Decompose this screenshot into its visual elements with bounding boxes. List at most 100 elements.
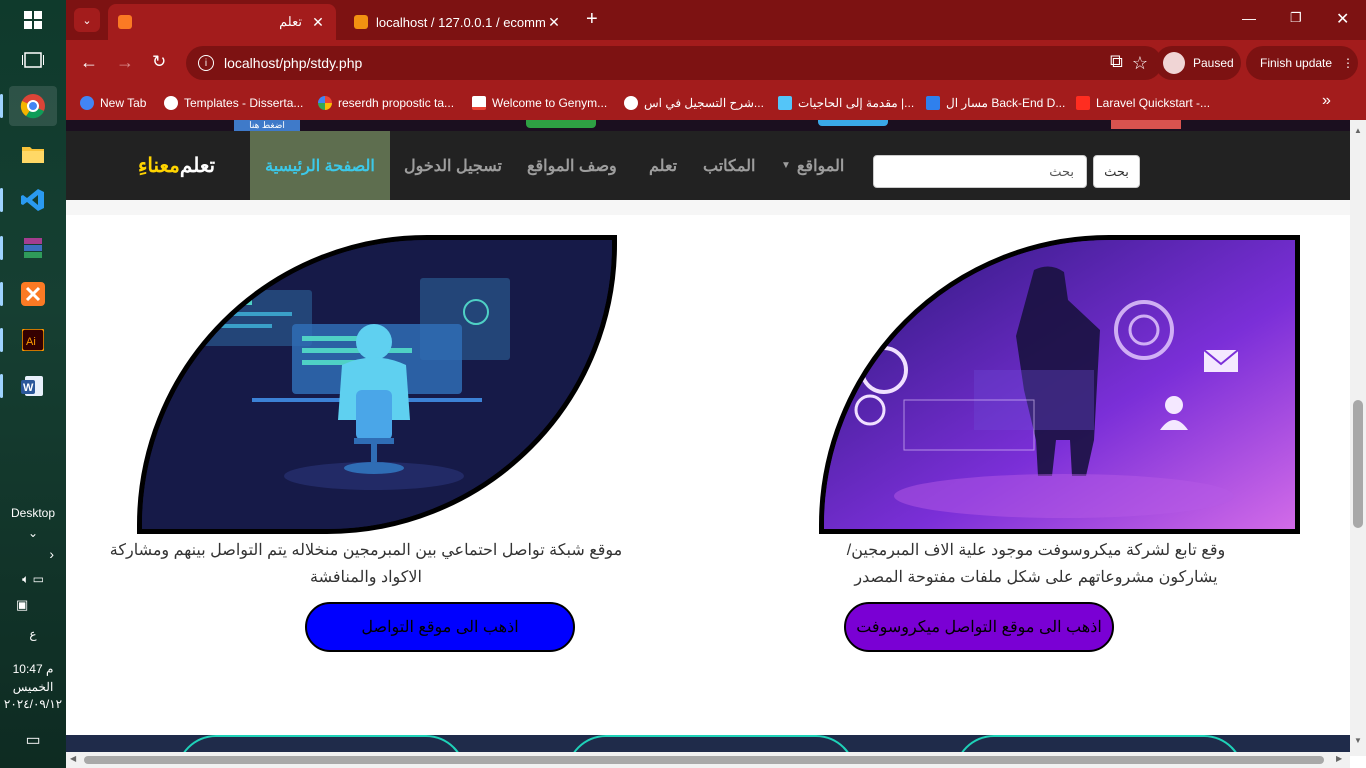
- chrome-taskbar-button[interactable]: [0, 86, 57, 126]
- reload-icon[interactable]: ↻: [152, 52, 166, 72]
- task-view-button[interactable]: [9, 40, 57, 80]
- notification-icon[interactable]: ▭: [0, 730, 66, 750]
- url-text[interactable]: localhost/php/stdy.php: [224, 55, 362, 71]
- globe-icon: [164, 96, 178, 110]
- globe-icon: [624, 96, 638, 110]
- e-logo-icon: [926, 96, 940, 110]
- tab-active[interactable]: تعلم ✕: [108, 4, 336, 40]
- xampp-button[interactable]: [0, 274, 57, 314]
- site-navbar: بحث بحث ▼ المواقع المكاتب تعلم وصف المواق…: [66, 131, 1350, 200]
- chevron-down-icon[interactable]: ⌄: [0, 526, 66, 540]
- profile-label: Paused: [1193, 56, 1234, 70]
- scroll-down-icon[interactable]: ▼: [1354, 736, 1362, 745]
- card-image-social: [137, 235, 617, 534]
- address-bar[interactable]: i localhost/php/stdy.php ☆: [186, 46, 1162, 80]
- bookmarks-bar: New Tab Templates - Disserta... reserdh …: [66, 86, 1366, 120]
- desktop-label[interactable]: Desktop: [0, 506, 66, 520]
- profile-button[interactable]: Paused: [1155, 46, 1241, 80]
- vertical-scrollbar[interactable]: ▲ ▼: [1350, 120, 1366, 756]
- hero-button-red[interactable]: [1111, 120, 1181, 129]
- winrar-button[interactable]: [0, 228, 57, 268]
- bookmark-backend[interactable]: مسار ال Back-End D...: [926, 93, 1065, 113]
- star-icon[interactable]: ☆: [1132, 53, 1148, 74]
- brand-logo[interactable]: تعلم معناءِ: [138, 131, 215, 200]
- close-icon[interactable]: ✕: [546, 14, 562, 31]
- bookmark-laravel[interactable]: Laravel Quickstart -...: [1076, 93, 1210, 113]
- chrome-icon: [20, 94, 45, 119]
- window-close-icon[interactable]: ✕: [1336, 9, 1349, 29]
- bookmark-arabic-1[interactable]: شرح التسجيل في اس...: [624, 93, 764, 113]
- nav-label: المواقع: [796, 157, 845, 175]
- language-indicator[interactable]: ع: [0, 627, 66, 641]
- search-button[interactable]: بحث: [1093, 155, 1140, 188]
- svg-text:Ai: Ai: [26, 336, 36, 348]
- bookmark-label: Templates - Disserta...: [184, 96, 304, 110]
- bookmark-label: مسار ال Back-End D...: [946, 96, 1066, 110]
- extensions-icon[interactable]: ⧉: [1110, 51, 1123, 72]
- card-description-microsoft: وقع تابع لشركة ميكروسوفت موجود علية الاف…: [846, 542, 1226, 586]
- hero-button-green[interactable]: [526, 120, 596, 128]
- go-social-button[interactable]: اذهب الى موقع التواصل: [305, 602, 575, 652]
- flutter-icon: [778, 96, 792, 110]
- scrollbar-thumb[interactable]: [84, 756, 1324, 764]
- site-info-icon[interactable]: i: [198, 55, 214, 71]
- nav-item-sites-description[interactable]: وصف المواقع: [527, 131, 617, 200]
- tab-search-button[interactable]: ⌄: [74, 8, 100, 32]
- google-icon: [318, 96, 332, 110]
- network-icon[interactable]: ▣: [0, 597, 66, 613]
- forward-icon[interactable]: →: [116, 52, 134, 73]
- chevron-down-icon: ⌄: [82, 14, 92, 27]
- tab-title: localhost / 127.0.0.1 / ecommer: [376, 14, 546, 30]
- chevron-double-right-icon[interactable]: »: [1322, 92, 1331, 110]
- scrollbar-thumb[interactable]: [1353, 400, 1363, 528]
- phpmyadmin-favicon-icon: [354, 15, 368, 29]
- nav-item-sites-dropdown[interactable]: ▼ المواقع: [781, 131, 844, 200]
- word-button[interactable]: W: [0, 366, 57, 406]
- illustrator-icon: Ai: [22, 329, 44, 351]
- nav-item-home[interactable]: الصفحة الرئيسية: [250, 131, 390, 200]
- illustrator-button[interactable]: Ai: [0, 320, 57, 360]
- tab-title: تعلم: [279, 14, 302, 29]
- update-label: Finish update: [1260, 56, 1333, 70]
- close-icon[interactable]: ✕: [310, 14, 326, 31]
- hero-button[interactable]: اضغط هنا: [234, 120, 300, 131]
- bookmark-reserdh[interactable]: reserdh propostic ta...: [318, 93, 454, 113]
- new-tab-icon[interactable]: +: [586, 8, 598, 31]
- vscode-button[interactable]: [0, 180, 57, 220]
- clock-time[interactable]: 10:47 م: [0, 662, 66, 676]
- clock-day: الخميس: [12, 680, 54, 694]
- tab-phpmyadmin[interactable]: localhost / 127.0.0.1 / ecommer ✕: [344, 4, 572, 40]
- vscode-icon: [21, 189, 44, 211]
- finish-update-button[interactable]: Finish update ⋮: [1246, 46, 1358, 80]
- nav-item-offices[interactable]: المكاتب: [703, 131, 755, 200]
- card-description-social: موقع شبكة تواصل احتماعي بين المبرمجين من…: [109, 542, 623, 586]
- card-image-microsoft: [819, 235, 1300, 534]
- file-explorer-button[interactable]: [9, 134, 57, 174]
- back-icon[interactable]: ←: [80, 52, 98, 73]
- xampp-icon: [21, 282, 45, 306]
- chevron-right-icon[interactable]: ›: [0, 546, 66, 562]
- restore-icon[interactable]: ❐: [1290, 10, 1302, 26]
- volume-battery-icons[interactable]: 🔈︎ ▭: [0, 572, 66, 587]
- bookmark-arabic-2[interactable]: مقدمة إلى الحاجيات |...: [778, 93, 914, 113]
- hero-button-blue[interactable]: [818, 120, 888, 126]
- windows-logo-icon: [24, 11, 42, 29]
- start-button[interactable]: [9, 0, 57, 40]
- bookmark-new-tab[interactable]: New Tab: [80, 93, 146, 113]
- scroll-right-icon[interactable]: ▶: [1336, 754, 1342, 763]
- bookmark-genymotion[interactable]: Welcome to Genym...: [472, 93, 607, 113]
- bookmark-label: New Tab: [100, 96, 147, 110]
- windows-taskbar: Ai W Desktop ⌄ › 🔈︎ ▭ ▣ ع 10:47 م الخميس…: [0, 0, 66, 768]
- scroll-up-icon[interactable]: ▲: [1354, 126, 1362, 135]
- tab-strip: ⌄ تعلم ✕ localhost / 127.0.0.1 / ecommer…: [66, 0, 1366, 40]
- nav-item-learn[interactable]: تعلم: [649, 131, 677, 200]
- minimize-icon[interactable]: —: [1242, 10, 1256, 26]
- nav-item-login[interactable]: تسجيل الدخول: [404, 131, 502, 200]
- horizontal-scrollbar[interactable]: ◀ ▶: [66, 752, 1350, 768]
- go-microsoft-button[interactable]: اذهب الى موقع التواصل ميكروسوفت: [844, 602, 1114, 652]
- scroll-left-icon[interactable]: ◀: [70, 754, 76, 763]
- search-input[interactable]: بحث: [873, 155, 1087, 188]
- more-menu-icon: ⋮: [1342, 56, 1355, 70]
- bookmark-templates[interactable]: Templates - Disserta...: [164, 93, 303, 113]
- web-page: اضغط هنا بحث بحث ▼ المواقع المكاتب تعلم و…: [66, 120, 1350, 756]
